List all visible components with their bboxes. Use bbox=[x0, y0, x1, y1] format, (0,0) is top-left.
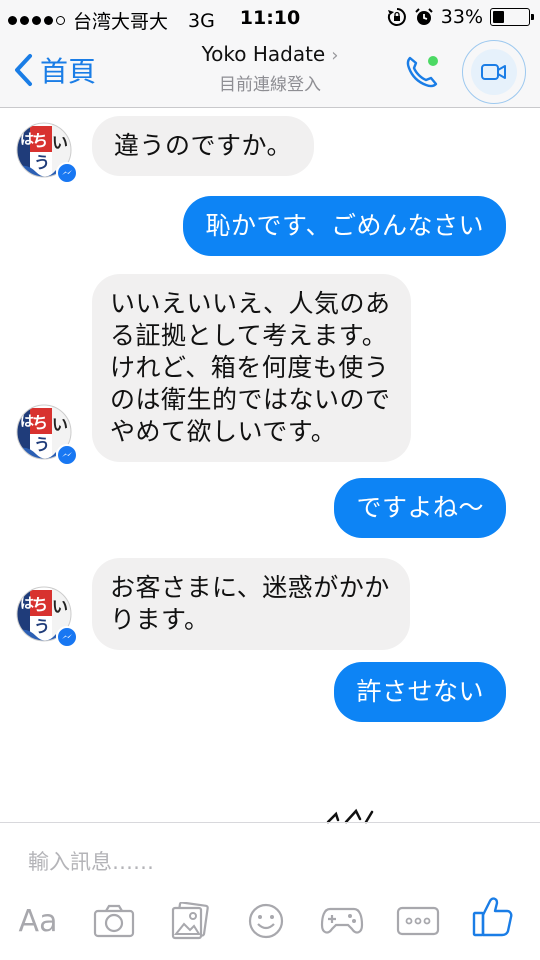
back-label: 首頁 bbox=[40, 55, 97, 88]
composer-divider bbox=[0, 822, 540, 823]
phone-icon bbox=[406, 56, 438, 88]
contact-status: 目前連線登入 bbox=[219, 75, 321, 95]
status-bar: 台湾大哥大 3G 11:10 33% bbox=[0, 0, 540, 36]
contact-avatar[interactable]: は ち い う bbox=[16, 586, 82, 652]
gallery-icon bbox=[171, 902, 209, 940]
message-line: のは衛生的ではないので bbox=[110, 385, 391, 414]
message-line: やめて欲しいです。 bbox=[110, 417, 337, 446]
message-bubble-incoming[interactable]: お客さまに、迷惑がかか ります。 bbox=[92, 558, 410, 650]
emoji-icon bbox=[248, 903, 284, 939]
svg-text:い: い bbox=[52, 597, 68, 616]
message-bubble-outgoing[interactable]: 許させない bbox=[334, 662, 506, 722]
contact-name: Yoko Hadate bbox=[201, 42, 326, 66]
rotation-lock-icon bbox=[387, 8, 406, 26]
contact-info[interactable]: Yoko Hadate › 目前連線登入 bbox=[150, 42, 390, 95]
message-input[interactable]: 輸入訊息…… bbox=[28, 846, 154, 876]
video-camera-icon bbox=[481, 64, 506, 80]
message-bubble-outgoing[interactable]: ですよね〜 bbox=[334, 478, 506, 538]
status-right: 33% bbox=[387, 6, 534, 28]
message-text: ですよね〜 bbox=[356, 493, 484, 522]
message-line: いいえいいえ、人気のあ bbox=[110, 289, 391, 318]
gallery-button[interactable] bbox=[166, 896, 214, 946]
like-button[interactable] bbox=[468, 892, 516, 942]
composer-toolbar: Aa bbox=[0, 896, 540, 952]
back-button[interactable]: 首頁 bbox=[12, 50, 96, 90]
battery-icon bbox=[490, 8, 534, 26]
contact-avatar[interactable]: は ち い う bbox=[16, 122, 82, 188]
messenger-badge-icon bbox=[56, 444, 78, 466]
game-button[interactable] bbox=[318, 896, 366, 946]
svg-text:う: う bbox=[34, 617, 50, 636]
svg-text:ち: ち bbox=[32, 413, 48, 432]
svg-text:い: い bbox=[52, 415, 68, 434]
more-icon bbox=[396, 906, 440, 936]
chevron-left-icon bbox=[15, 54, 32, 86]
alarm-icon bbox=[415, 8, 433, 25]
contact-avatar[interactable]: は ち い う bbox=[16, 404, 82, 470]
text-format-button[interactable]: Aa bbox=[14, 896, 62, 946]
message-line: お客さまに、迷惑がかか bbox=[110, 573, 390, 602]
emoji-button[interactable] bbox=[242, 896, 290, 946]
message-text: 違うのですか。 bbox=[114, 131, 293, 160]
messenger-badge-icon bbox=[56, 626, 78, 648]
message-bubble-outgoing[interactable]: 恥かです、ごめんなさい bbox=[183, 196, 506, 256]
messenger-badge-icon bbox=[56, 162, 78, 184]
more-button[interactable] bbox=[394, 896, 442, 946]
conversation-header: 首頁 Yoko Hadate › 目前連線登入 bbox=[0, 36, 540, 108]
camera-button[interactable] bbox=[90, 896, 138, 946]
voice-call-button[interactable] bbox=[402, 52, 442, 92]
text-format-label: Aa bbox=[18, 903, 58, 939]
svg-text:ち: ち bbox=[32, 595, 48, 614]
message-bubble-incoming[interactable]: 違うのですか。 bbox=[92, 116, 315, 176]
message-line: る証拠として考えます。 bbox=[110, 321, 388, 350]
svg-text:う: う bbox=[34, 435, 50, 454]
message-bubble-incoming[interactable]: いいえいいえ、人気のあ る証拠として考えます。 けれど、箱を何度も使う のは衛生… bbox=[92, 274, 411, 462]
message-text: 許させない bbox=[356, 677, 484, 706]
chevron-right-icon: › bbox=[331, 45, 339, 66]
message-thread[interactable]: は ち い う 違うのですか。 恥かです、ごめんなさい は ち い う いいえい… bbox=[0, 108, 540, 822]
message-text: 恥かです、ごめんなさい bbox=[205, 211, 484, 240]
camera-icon bbox=[93, 904, 135, 938]
svg-text:ち: ち bbox=[32, 131, 48, 150]
svg-text:い: い bbox=[52, 133, 68, 152]
message-line: けれど、箱を何度も使う bbox=[110, 353, 390, 382]
like-icon bbox=[472, 897, 513, 937]
message-line: ります。 bbox=[110, 605, 210, 634]
game-controller-icon bbox=[320, 907, 364, 934]
video-call-button[interactable] bbox=[462, 40, 526, 104]
svg-text:う: う bbox=[34, 153, 50, 172]
battery-percent: 33% bbox=[440, 6, 483, 28]
